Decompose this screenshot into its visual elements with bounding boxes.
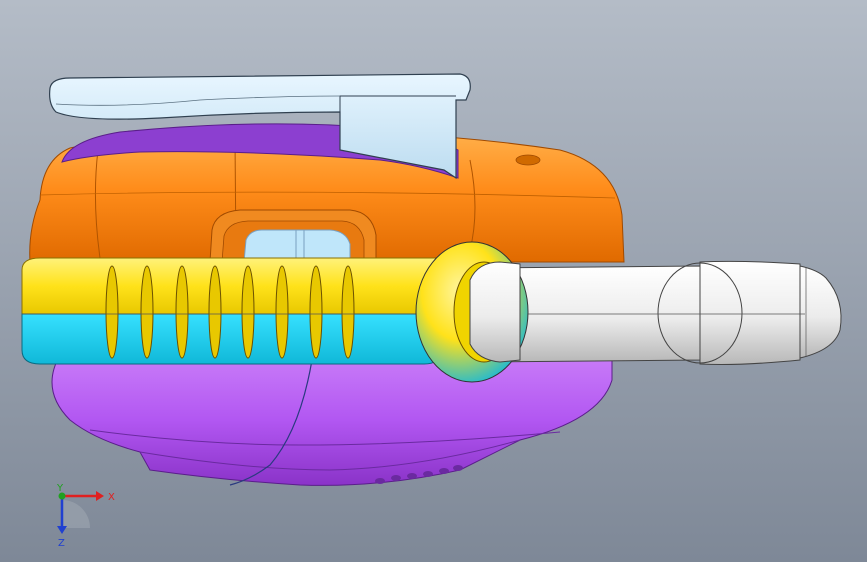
model-view[interactable]: X Y Z [0, 0, 867, 562]
antenna-base[interactable] [415, 241, 529, 383]
display-window [243, 229, 351, 263]
x-axis-label: X [108, 492, 115, 503]
y-axis-label: Y [56, 483, 64, 494]
z-axis-label: Z [58, 538, 65, 549]
antenna[interactable] [479, 260, 842, 365]
led-indicator [515, 154, 541, 166]
cad-viewport[interactable]: X Y Z [0, 0, 867, 562]
side-band[interactable] [21, 257, 441, 365]
